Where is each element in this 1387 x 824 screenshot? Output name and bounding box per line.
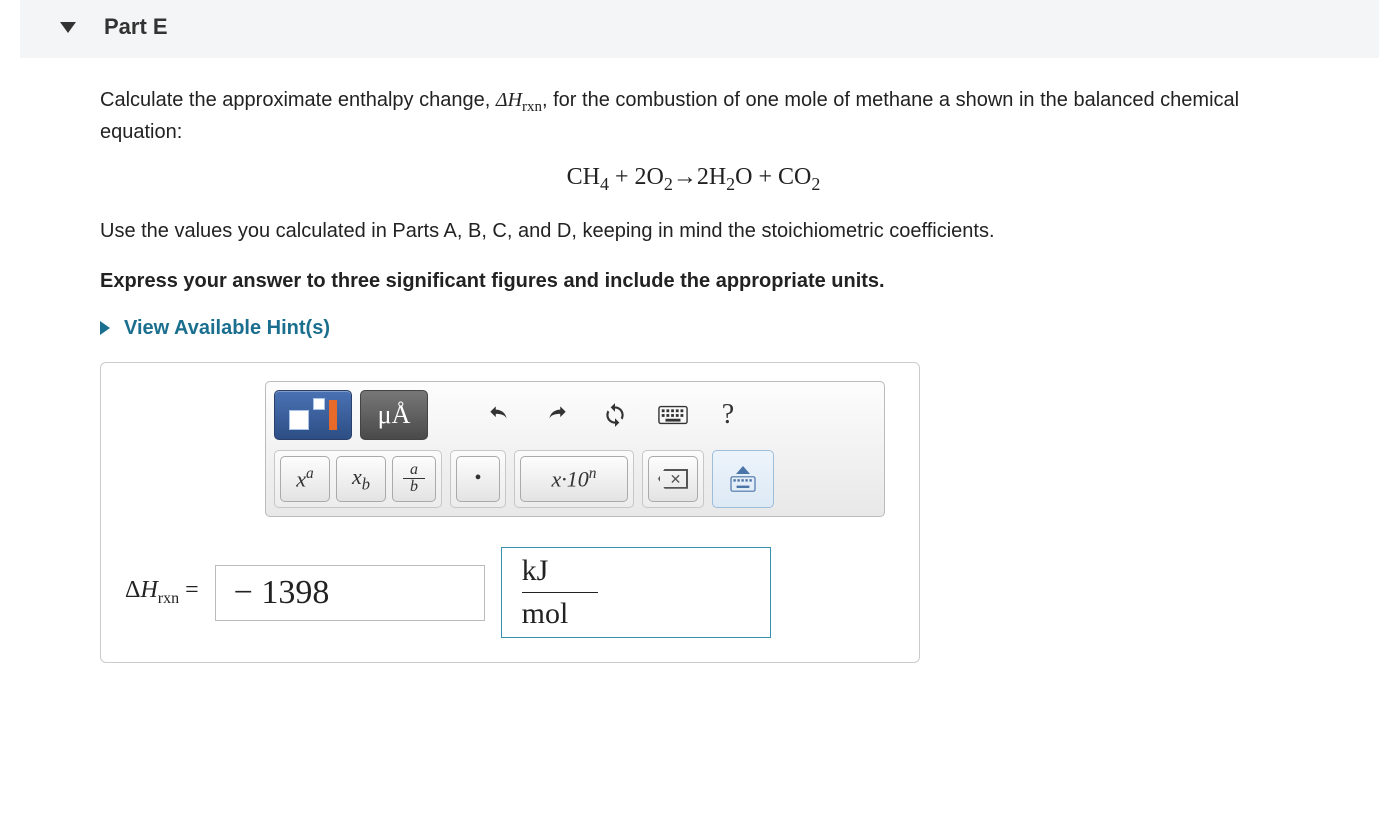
toolbar-row-1: μÅ ?: [274, 390, 876, 440]
undo-icon: [484, 402, 514, 428]
scientific-group: x·10n: [514, 450, 634, 508]
backspace-button[interactable]: ✕: [648, 456, 698, 502]
prompt-2: Use the values you calculated in Parts A…: [100, 217, 1287, 245]
delete-group: ✕: [642, 450, 704, 508]
fraction-icon: ab: [403, 464, 425, 493]
collapse-keyboard-button[interactable]: [718, 456, 768, 502]
keyboard-small-icon: [730, 476, 756, 492]
prompt-1a: Calculate the approximate enthalpy chang…: [100, 89, 496, 111]
sci-label: x·10n: [552, 465, 597, 492]
value-text: − 1398: [234, 574, 330, 611]
units-input[interactable]: kJ mol: [501, 547, 771, 639]
triangle-up-icon: [736, 466, 750, 474]
delta-h-symbol: ΔHrxn: [496, 89, 542, 111]
part-title: Part E: [104, 14, 168, 40]
format-group: xa xb ab: [274, 450, 442, 508]
superscript-icon: xa: [296, 465, 313, 492]
multiply-group: •: [450, 450, 506, 508]
part-header[interactable]: Part E: [20, 0, 1379, 58]
chevron-down-icon: [60, 22, 76, 33]
prompt-1: Calculate the approximate enthalpy chang…: [100, 86, 1287, 146]
reset-button[interactable]: [590, 390, 640, 440]
refresh-icon: [600, 402, 630, 428]
answer-lhs: ΔHrxn =: [125, 577, 199, 608]
help-button[interactable]: ?: [706, 390, 750, 440]
toolbar-row-2: xa xb ab • x·10n: [274, 450, 876, 508]
redo-button[interactable]: [532, 390, 582, 440]
answer-row: ΔHrxn = − 1398 kJ mol: [125, 547, 895, 639]
keyboard-button[interactable]: [648, 390, 698, 440]
chemical-equation: CH4 + 2O2→2H2O + CO2: [100, 164, 1287, 195]
template-button[interactable]: [274, 390, 352, 440]
chevron-right-icon: [100, 321, 110, 335]
fraction-button[interactable]: ab: [392, 456, 436, 502]
editor-toolbar: μÅ ?: [265, 381, 885, 517]
close-keyboard-group: [712, 450, 774, 508]
dot-operator-button[interactable]: •: [456, 456, 500, 502]
subscript-button[interactable]: xb: [336, 456, 386, 502]
hints-link-label: View Available Hint(s): [124, 317, 330, 340]
redo-icon: [542, 402, 572, 428]
subscript-icon: xb: [352, 464, 370, 494]
unit-numerator: kJ: [522, 554, 549, 588]
hints-toggle[interactable]: View Available Hint(s): [100, 317, 1287, 340]
keyboard-icon: [658, 404, 688, 426]
units-fraction: kJ mol: [522, 554, 602, 632]
mu-a-label: μÅ: [378, 400, 411, 430]
symbols-button[interactable]: μÅ: [360, 390, 428, 440]
scientific-notation-button[interactable]: x·10n: [520, 456, 628, 502]
value-input[interactable]: − 1398: [215, 565, 485, 621]
prompt-3: Express your answer to three significant…: [100, 267, 1287, 295]
answer-editor: μÅ ?: [100, 362, 920, 664]
dot-icon: •: [474, 467, 481, 490]
backspace-icon: ✕: [658, 469, 688, 489]
question-content: Calculate the approximate enthalpy chang…: [0, 86, 1387, 683]
unit-denominator: mol: [522, 597, 569, 631]
superscript-button[interactable]: xa: [280, 456, 330, 502]
template-icon: [287, 398, 339, 432]
question-mark-icon: ?: [722, 399, 734, 431]
undo-button[interactable]: [474, 390, 524, 440]
